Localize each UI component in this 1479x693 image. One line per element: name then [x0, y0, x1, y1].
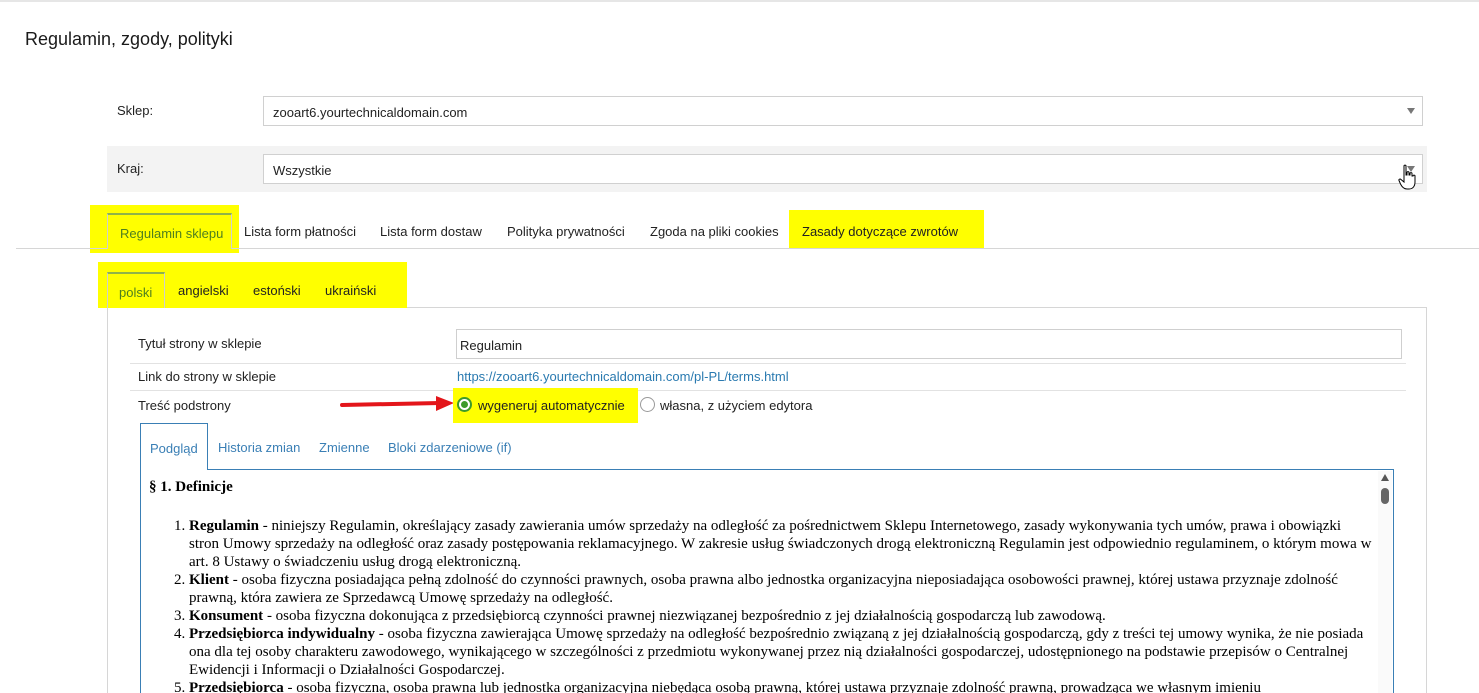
- definitions-list: Regulamin - niniejszy Regulamin, określa…: [149, 517, 1374, 693]
- lang-tab-label: polski: [119, 285, 153, 300]
- definition-term: Przedsiębiorca: [189, 680, 284, 693]
- list-item: Konsument - osoba fizyczna dokonująca z …: [189, 607, 1374, 625]
- page-title-input[interactable]: Regulamin: [456, 329, 1402, 359]
- definition-text: - osoba fizyczna, osoba prawna lub jedno…: [283, 680, 1261, 693]
- tab-lista-form-dostaw[interactable]: Lista form dostaw: [380, 224, 482, 239]
- radio-auto-label[interactable]: wygeneruj automatycznie: [478, 398, 625, 413]
- title-label: Tytuł strony w sklepie: [138, 336, 262, 351]
- list-item: Regulamin - niniejszy Regulamin, określa…: [189, 517, 1374, 571]
- definition-text: - osoba fizyczna dokonująca z przedsiębi…: [263, 608, 1106, 624]
- list-item: Przedsiębiorca indywidualny - osoba fizy…: [189, 625, 1374, 679]
- subtab-zmienne[interactable]: Zmienne: [319, 440, 370, 455]
- definition-term: Regulamin: [189, 518, 260, 534]
- list-item: Klient - osoba fizyczna posiadająca pełn…: [189, 571, 1374, 607]
- terms-document: § 1. Definicje Regulamin - niniejszy Reg…: [149, 478, 1374, 693]
- shop-select[interactable]: zooart6.yourtechnicaldomain.com: [263, 96, 1423, 126]
- link-label: Link do strony w sklepie: [138, 369, 277, 384]
- lang-tab-ukrainski[interactable]: ukraiński: [325, 283, 376, 298]
- page-title-input-value: Regulamin: [460, 338, 523, 353]
- radio-custom[interactable]: [640, 397, 655, 412]
- tab-zasady-zwrotow[interactable]: Zasady dotyczące zwrotów: [802, 224, 958, 239]
- tab-zgoda-cookies[interactable]: Zgoda na pliki cookies: [650, 224, 779, 239]
- shop-select-value: zooart6.yourtechnicaldomain.com: [273, 105, 468, 120]
- document-heading: § 1. Definicje: [149, 479, 233, 495]
- subtab-podglad[interactable]: Podgląd: [140, 423, 208, 470]
- country-filter-row: Kraj: Wszystkie: [107, 146, 1427, 192]
- subtab-historia-zmian[interactable]: Historia zmian: [218, 440, 300, 455]
- definition-term: Przedsiębiorca indywidualny: [189, 626, 375, 642]
- list-item: Przedsiębiorca - osoba fizyczna, osoba p…: [189, 679, 1374, 693]
- country-select[interactable]: Wszystkie: [263, 154, 1423, 184]
- red-arrow-icon: [340, 396, 454, 411]
- tab-polityka-prywatnosci[interactable]: Polityka prywatności: [507, 224, 625, 239]
- definition-term: Klient: [189, 572, 229, 588]
- tab-regulamin-sklepu[interactable]: Regulamin sklepu: [107, 213, 232, 249]
- page-title: Regulamin, zgody, polityki: [25, 29, 233, 49]
- page-link[interactable]: https://zooart6.yourtechnicaldomain.com/…: [457, 369, 789, 384]
- scroll-thumb[interactable]: [1381, 488, 1389, 504]
- lang-tab-angielski[interactable]: angielski: [178, 283, 229, 298]
- radio-custom-label[interactable]: własna, z użyciem edytora: [660, 398, 812, 413]
- tab-lista-form-platnosci[interactable]: Lista form płatności: [244, 224, 356, 239]
- scroll-up-icon[interactable]: [1381, 474, 1389, 481]
- main-tabs-divider: [16, 248, 1479, 249]
- top-divider: [0, 0, 1479, 2]
- radio-auto[interactable]: [457, 397, 472, 412]
- tab-label: Regulamin sklepu: [120, 226, 224, 241]
- subtab-bloki-zdarzeniowe[interactable]: Bloki zdarzeniowe (if): [388, 440, 512, 455]
- chevron-down-icon: [1407, 108, 1415, 114]
- preview-scrollbar[interactable]: [1378, 471, 1392, 693]
- subtab-label: Podgląd: [150, 441, 198, 456]
- shop-filter-row: Sklep: zooart6.yourtechnicaldomain.com: [107, 88, 1427, 134]
- definition-term: Konsument: [189, 608, 264, 624]
- lang-tab-polski[interactable]: polski: [107, 272, 165, 308]
- definition-text: - niniejszy Regulamin, określający zasad…: [189, 518, 1372, 570]
- content-label: Treść podstrony: [138, 398, 231, 413]
- country-select-value: Wszystkie: [273, 163, 332, 178]
- country-label: Kraj:: [117, 161, 144, 176]
- hand-cursor-icon: [1398, 164, 1416, 190]
- definition-text: - osoba fizyczna posiadająca pełną zdoln…: [189, 572, 1338, 606]
- lang-tab-estonski[interactable]: estoński: [253, 283, 301, 298]
- shop-label: Sklep:: [117, 103, 154, 118]
